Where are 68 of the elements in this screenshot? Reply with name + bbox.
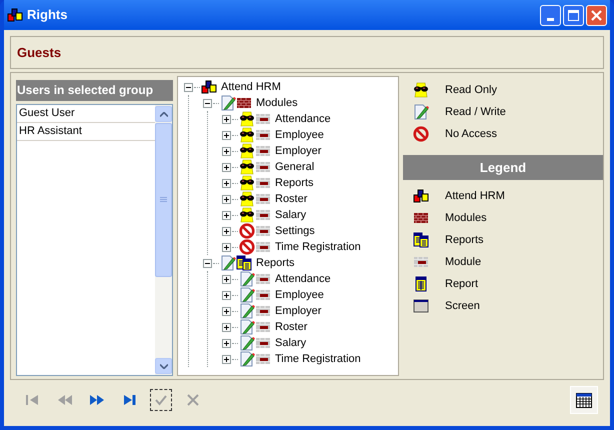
legend-label: Read Only bbox=[445, 82, 497, 98]
maximize-icon bbox=[568, 10, 579, 20]
expander-plus-icon[interactable] bbox=[222, 290, 231, 300]
tree-item-label[interactable]: Roster bbox=[275, 190, 308, 208]
tree-item-label[interactable]: Modules bbox=[256, 94, 298, 112]
app-icon bbox=[7, 7, 23, 23]
expander-minus-icon[interactable] bbox=[203, 258, 212, 268]
expander-minus-icon[interactable] bbox=[203, 98, 212, 108]
tree-item-label[interactable]: General bbox=[275, 158, 314, 176]
tree-item-label[interactable]: Reports bbox=[275, 174, 314, 192]
expander-plus-icon[interactable] bbox=[222, 306, 231, 316]
legend-label: Report bbox=[445, 276, 478, 292]
scroll-down-button[interactable] bbox=[155, 358, 172, 374]
last-record-icon bbox=[121, 392, 137, 408]
first-record-icon bbox=[25, 392, 41, 408]
legend-label: Attend HRM bbox=[445, 188, 505, 204]
tree-item-label[interactable]: Roster bbox=[275, 318, 308, 336]
expander-minus-icon[interactable] bbox=[184, 82, 193, 92]
legend-header: Legend bbox=[403, 155, 603, 180]
tree-item-label[interactable]: Employee bbox=[275, 126, 324, 144]
expander-plus-icon[interactable] bbox=[222, 130, 231, 140]
tree-item-label[interactable]: Attendance bbox=[275, 270, 331, 288]
tree-item-label[interactable]: Salary bbox=[275, 206, 306, 224]
minimize-icon bbox=[547, 18, 554, 20]
tree-item-label[interactable]: Time Registration bbox=[275, 238, 361, 256]
tree-item-label[interactable]: Attend HRM bbox=[221, 78, 281, 96]
legend-label: Read / Write bbox=[445, 104, 506, 120]
expander-plus-icon[interactable] bbox=[222, 226, 231, 236]
expander-plus-icon[interactable] bbox=[222, 194, 231, 204]
expander-plus-icon[interactable] bbox=[222, 274, 231, 284]
scrollbar[interactable] bbox=[155, 105, 172, 375]
legend-label: Module bbox=[445, 254, 482, 270]
expander-plus-icon[interactable] bbox=[222, 338, 231, 348]
tree-item-label[interactable]: Employer bbox=[275, 142, 322, 160]
calendar-icon bbox=[576, 392, 592, 408]
grip-icon bbox=[160, 197, 167, 203]
expander-plus-icon[interactable] bbox=[222, 114, 231, 124]
legend-label: Screen bbox=[445, 298, 480, 314]
close-button[interactable] bbox=[586, 4, 607, 26]
tree-item-label[interactable]: Attendance bbox=[275, 110, 331, 128]
scroll-thumb[interactable] bbox=[155, 123, 172, 277]
tree-item-label[interactable]: Employer bbox=[275, 302, 322, 320]
legend-label: Reports bbox=[445, 232, 484, 248]
scroll-up-button[interactable] bbox=[155, 106, 172, 122]
tree-item-label[interactable]: Salary bbox=[275, 334, 306, 352]
cross-icon bbox=[185, 392, 201, 408]
previous-record-icon bbox=[57, 392, 73, 408]
group-name: Guests bbox=[17, 44, 62, 62]
expander-plus-icon[interactable] bbox=[222, 210, 231, 220]
window-title: Rights bbox=[27, 6, 68, 24]
close-icon bbox=[591, 10, 602, 20]
expander-plus-icon[interactable] bbox=[222, 322, 231, 332]
expander-plus-icon[interactable] bbox=[222, 146, 231, 156]
expander-plus-icon[interactable] bbox=[222, 354, 231, 364]
tree-item-label[interactable]: Employee bbox=[275, 286, 324, 304]
minimize-button[interactable] bbox=[540, 4, 561, 26]
expander-plus-icon[interactable] bbox=[222, 242, 231, 252]
tree-item-label[interactable]: Reports bbox=[256, 254, 295, 272]
expander-plus-icon[interactable] bbox=[222, 178, 231, 188]
tree-item-label[interactable]: Settings bbox=[275, 222, 315, 240]
tree-item-label[interactable]: Time Registration bbox=[275, 350, 361, 368]
expander-plus-icon[interactable] bbox=[222, 162, 231, 172]
legend-label: Modules bbox=[445, 210, 487, 226]
users-header: Users in selected group bbox=[16, 80, 173, 101]
maximize-button[interactable] bbox=[563, 4, 584, 26]
calendar-button[interactable] bbox=[570, 386, 598, 414]
next-record-icon bbox=[89, 392, 105, 408]
legend-label: No Access bbox=[445, 126, 497, 142]
